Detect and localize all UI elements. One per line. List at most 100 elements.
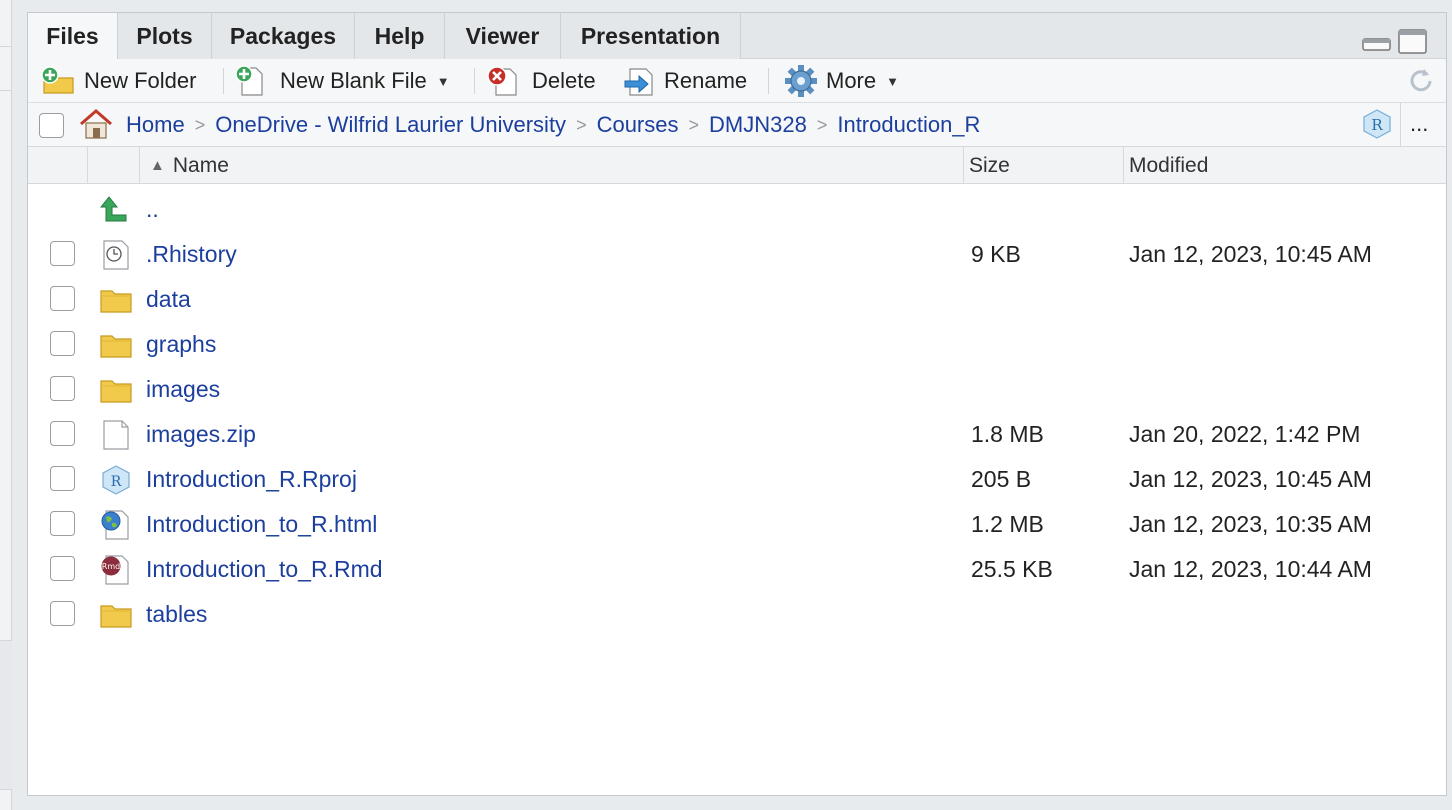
column-divider — [139, 147, 140, 184]
more-button[interactable]: More ▼ — [784, 59, 899, 103]
tab-label: Packages — [229, 22, 337, 49]
size-column-header[interactable]: Size — [969, 147, 1010, 184]
tab-label: Files — [46, 23, 99, 49]
table-row[interactable]: data — [28, 277, 1446, 322]
new-folder-button[interactable]: New Folder — [40, 59, 196, 103]
table-row[interactable]: graphs — [28, 322, 1446, 367]
row-checkbox[interactable] — [50, 601, 75, 626]
file-name[interactable]: images — [146, 367, 220, 412]
rename-button[interactable]: Rename — [622, 59, 747, 103]
file-name[interactable]: Introduction_R.Rproj — [146, 457, 357, 502]
row-checkbox[interactable] — [50, 376, 75, 401]
breadcrumb-divider — [1400, 103, 1401, 147]
folder-icon — [100, 380, 132, 403]
toolbar-separator — [474, 68, 475, 94]
rproj-letter: R — [111, 474, 122, 490]
row-checkbox[interactable] — [50, 286, 75, 311]
table-row[interactable]: Rmd Introduction_to_R.Rmd 25.5 KB Jan 12… — [28, 547, 1446, 592]
toolbar-separator — [768, 68, 769, 94]
file-modified: Jan 12, 2023, 10:44 AM — [1129, 556, 1372, 582]
up-arrow-icon — [100, 196, 127, 222]
tab-packages[interactable]: Packages — [212, 13, 355, 59]
delete-icon — [487, 66, 517, 96]
folder-icon — [100, 605, 132, 628]
folder-icon — [100, 290, 132, 313]
gutter-scroll-segment — [0, 640, 12, 790]
new-file-icon — [235, 65, 263, 96]
rmd-file-icon: Rmd — [101, 555, 129, 585]
breadcrumb-bar: Home > OneDrive - Wilfrid Laurier Univer… — [28, 103, 1446, 147]
new-folder-label: New Folder — [84, 68, 197, 93]
tab-presentation[interactable]: Presentation — [561, 13, 741, 59]
gutter-divider — [0, 90, 12, 91]
row-checkbox[interactable] — [50, 331, 75, 356]
row-checkbox[interactable] — [50, 421, 75, 446]
new-blank-file-label: New Blank File — [280, 68, 427, 93]
breadcrumb-courses[interactable]: Courses — [597, 112, 679, 138]
maximize-pane-icon[interactable] — [1398, 29, 1428, 55]
file-modified: Jan 20, 2022, 1:42 PM — [1129, 421, 1361, 447]
breadcrumb-dmjn328[interactable]: DMJN328 — [709, 112, 807, 138]
file-size: 1.8 MB — [971, 421, 1044, 447]
sort-ascending-icon: ▲ — [150, 157, 165, 174]
table-row[interactable]: R Introduction_R.Rproj 205 B Jan 12, 202… — [28, 457, 1446, 502]
tab-bar: Files Plots Packages Help Viewer Present… — [28, 13, 1446, 60]
more-options-button[interactable]: ... — [1410, 111, 1428, 137]
breadcrumb-home[interactable]: Home — [126, 112, 185, 138]
table-row[interactable]: tables — [28, 592, 1446, 637]
file-size: 9 KB — [971, 241, 1021, 267]
file-size: 205 B — [971, 466, 1032, 492]
tab-viewer[interactable]: Viewer — [445, 13, 561, 59]
table-row[interactable]: .Rhistory 9 KB Jan 12, 2023, 10:45 AM — [28, 232, 1446, 277]
file-modified: Jan 12, 2023, 10:45 AM — [1129, 466, 1372, 492]
file-name[interactable]: images.zip — [146, 412, 256, 457]
file-name[interactable]: tables — [146, 592, 207, 637]
modified-column-header[interactable]: Modified — [1129, 147, 1208, 184]
rproj-letter: R — [1371, 116, 1383, 134]
file-size: 25.5 KB — [971, 556, 1053, 582]
select-all-checkbox[interactable] — [39, 113, 64, 138]
new-blank-file-button[interactable]: New Blank File ▼ — [234, 59, 450, 103]
tab-label: Plots — [136, 22, 193, 49]
table-row-parent[interactable]: .. — [28, 187, 1446, 232]
name-column-header[interactable]: ▲ Name — [150, 147, 229, 184]
more-label: More — [826, 68, 877, 93]
breadcrumb-onedrive[interactable]: OneDrive - Wilfrid Laurier University — [215, 112, 566, 138]
minimize-pane-icon[interactable] — [1362, 29, 1392, 53]
name-header-label: Name — [172, 153, 229, 177]
table-row[interactable]: images.zip 1.8 MB Jan 20, 2022, 1:42 PM — [28, 412, 1446, 457]
column-divider — [87, 147, 88, 184]
tab-files[interactable]: Files — [28, 13, 118, 60]
table-row[interactable]: Introduction_to_R.html 1.2 MB Jan 12, 20… — [28, 502, 1446, 547]
home-icon[interactable] — [78, 107, 114, 141]
file-name[interactable]: .. — [146, 187, 159, 232]
rename-label: Rename — [664, 68, 748, 93]
breadcrumb-introduction-r[interactable]: Introduction_R — [837, 112, 980, 138]
row-checkbox[interactable] — [50, 466, 75, 491]
tab-label: Presentation — [580, 22, 721, 49]
file-name[interactable]: Introduction_to_R.html — [146, 502, 377, 547]
delete-button[interactable]: Delete — [486, 59, 596, 103]
file-name[interactable]: Introduction_to_R.Rmd — [146, 547, 383, 592]
file-name[interactable]: graphs — [146, 322, 216, 367]
chevron-down-icon: ▼ — [886, 73, 899, 89]
row-checkbox[interactable] — [50, 556, 75, 581]
row-checkbox[interactable] — [50, 241, 75, 266]
new-folder-icon — [41, 66, 74, 94]
delete-label: Delete — [532, 68, 596, 93]
files-toolbar: New Folder New Blank File ▼ Delete Renam… — [28, 59, 1446, 103]
rename-icon — [624, 68, 653, 96]
files-pane: Files Plots Packages Help Viewer Present… — [27, 12, 1447, 796]
tab-help[interactable]: Help — [355, 13, 445, 59]
chevron-right-icon: > — [576, 114, 587, 135]
rproject-icon[interactable]: R — [1361, 108, 1393, 140]
table-row[interactable]: images — [28, 367, 1446, 412]
column-header: ▲ Name Size Modified — [28, 147, 1446, 184]
file-name[interactable]: data — [146, 277, 191, 322]
refresh-icon[interactable] — [1405, 65, 1437, 97]
file-name[interactable]: .Rhistory — [146, 232, 237, 277]
file-modified: Jan 12, 2023, 10:45 AM — [1129, 241, 1372, 267]
gutter-divider — [0, 46, 12, 47]
tab-plots[interactable]: Plots — [118, 13, 212, 59]
row-checkbox[interactable] — [50, 511, 75, 536]
